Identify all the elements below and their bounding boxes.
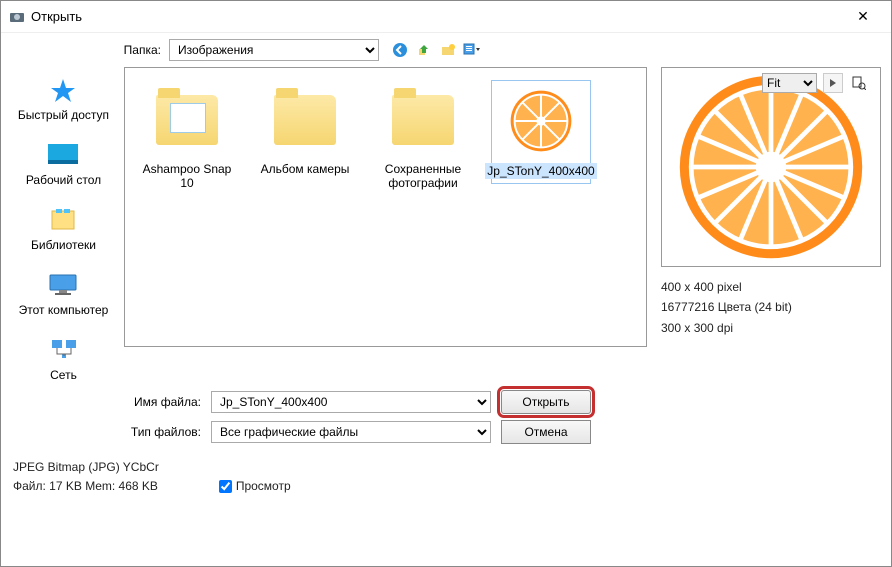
preview-colors: 16777216 Цвета (24 bit) — [661, 297, 881, 317]
folder-label: Папка: — [121, 43, 161, 57]
sidebar-item-quick-access[interactable]: Быстрый доступ — [18, 75, 109, 122]
cancel-button[interactable]: Отмена — [501, 420, 591, 444]
sidebar-item-label: Сеть — [50, 368, 77, 382]
file-label: Альбом камеры — [261, 162, 350, 176]
file-label: Ashampoo Snap 10 — [141, 162, 233, 190]
sidebar-item-network[interactable]: Сеть — [46, 335, 82, 382]
file-item-folder[interactable]: Ashampoo Snap 10 — [137, 80, 237, 194]
app-icon — [9, 9, 25, 25]
titlebar: Открыть ✕ — [1, 1, 891, 33]
places-sidebar: Быстрый доступ Рабочий стол Библиотеки Э… — [11, 67, 116, 382]
image-thumbnail — [505, 85, 577, 157]
play-icon[interactable] — [823, 73, 843, 93]
preview-info: 400 x 400 pixel 16777216 Цвета (24 bit) … — [661, 277, 881, 338]
filetype-select[interactable]: Все графические файлы — [211, 421, 491, 443]
star-icon — [45, 75, 81, 105]
folder-icon — [387, 84, 459, 156]
sidebar-item-label: Библиотеки — [31, 238, 96, 252]
preview-panel: 400 x 400 pixel 16777216 Цвета (24 bit) … — [661, 67, 881, 382]
sidebar-item-this-pc[interactable]: Этот компьютер — [19, 270, 109, 317]
filetype-label: Тип файлов: — [121, 425, 201, 439]
status-format: JPEG Bitmap (JPG) YCbCr — [13, 458, 159, 477]
preview-controls: Fit — [762, 73, 869, 93]
network-icon — [46, 335, 82, 365]
libraries-icon — [45, 205, 81, 235]
sidebar-item-label: Быстрый доступ — [18, 108, 109, 122]
filename-input[interactable]: Jp_STonY_400x400 — [211, 391, 491, 413]
sidebar-item-label: Рабочий стол — [26, 173, 101, 187]
window-title: Открыть — [31, 9, 843, 24]
file-item-folder[interactable]: Сохраненные фотографии — [373, 80, 473, 194]
up-icon[interactable] — [415, 41, 433, 59]
magnify-icon[interactable] — [849, 73, 869, 93]
status-file-mem: Файл: 17 KB Mem: 468 KB — [13, 477, 159, 496]
sidebar-item-libraries[interactable]: Библиотеки — [31, 205, 96, 252]
preview-checkbox[interactable]: Просмотр — [219, 477, 291, 496]
file-item-image[interactable]: Jp_STonY_400x400 — [491, 80, 591, 184]
close-button[interactable]: ✕ — [843, 3, 883, 31]
sidebar-item-label: Этот компьютер — [19, 303, 109, 317]
filename-label: Имя файла: — [121, 395, 201, 409]
preview-image — [661, 67, 881, 267]
folder-row: Папка: Изображения — [1, 33, 891, 67]
file-list[interactable]: Ashampoo Snap 10 Альбом камеры Сохраненн… — [124, 67, 647, 347]
back-icon[interactable] — [391, 41, 409, 59]
folder-icon — [151, 84, 223, 156]
new-folder-icon[interactable] — [439, 41, 457, 59]
fit-select[interactable]: Fit — [762, 73, 817, 93]
status-bar: JPEG Bitmap (JPG) YCbCr Файл: 17 KB Mem:… — [1, 450, 891, 500]
folder-select[interactable]: Изображения — [169, 39, 379, 61]
open-button[interactable]: Открыть — [501, 390, 591, 414]
bottom-fields: Имя файла: Jp_STonY_400x400 Открыть Тип … — [1, 382, 891, 444]
preview-dpi: 300 x 300 dpi — [661, 318, 881, 338]
nav-icons — [391, 41, 481, 59]
sidebar-item-desktop[interactable]: Рабочий стол — [26, 140, 101, 187]
file-label: Jp_STonY_400x400 — [485, 163, 596, 179]
computer-icon — [45, 270, 81, 300]
desktop-icon — [45, 140, 81, 170]
preview-dimensions: 400 x 400 pixel — [661, 277, 881, 297]
views-icon[interactable] — [463, 41, 481, 59]
preview-checkbox-input[interactable] — [219, 480, 232, 493]
file-label: Сохраненные фотографии — [377, 162, 469, 190]
file-item-folder[interactable]: Альбом камеры — [255, 80, 355, 180]
folder-icon — [269, 84, 341, 156]
